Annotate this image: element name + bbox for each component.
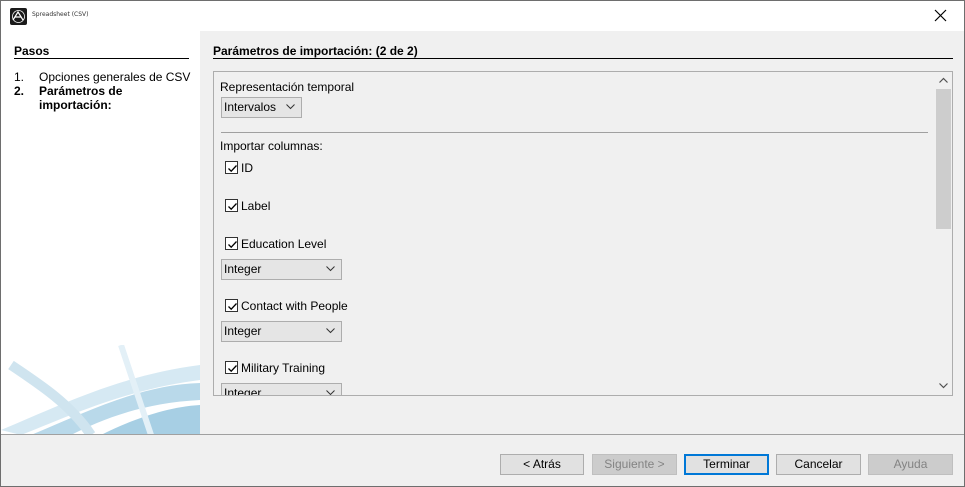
options-scroll-content: Representación temporal Intervalos Impor… (214, 72, 936, 395)
checkmark-icon (228, 365, 237, 373)
chevron-down-icon (326, 390, 335, 395)
column-type-select-education-level[interactable]: Integer (221, 259, 342, 280)
cancel-button[interactable]: Cancelar (776, 454, 861, 475)
step-label: Opciones generales de CSV (39, 70, 191, 84)
time-representation-value: Intervalos (224, 100, 277, 114)
column-name: Education Level (241, 236, 327, 251)
column-name: Contact with People (241, 298, 348, 313)
column-type-value: Integer (224, 386, 262, 396)
checkbox[interactable] (225, 161, 238, 174)
checkmark-icon (228, 165, 237, 173)
footer-divider (1, 434, 964, 435)
scroll-thumb[interactable] (936, 89, 951, 229)
checkbox[interactable] (225, 299, 238, 312)
app-logo-icon (10, 8, 27, 25)
scroll-up-button[interactable] (935, 72, 952, 89)
step-number: 2. (14, 84, 25, 98)
checkbox[interactable] (225, 199, 238, 212)
checkmark-icon (228, 203, 237, 211)
checkmark-icon (228, 303, 237, 311)
column-name: Military Training (241, 360, 326, 375)
time-representation-label: Representación temporal (220, 80, 355, 94)
steps-panel: Pasos 1. Opciones generales de CSV 2. Pa… (1, 31, 200, 435)
help-button[interactable]: Ayuda (868, 454, 953, 475)
column-type-select-military-training[interactable]: Integer (221, 383, 342, 396)
page-title: Parámetros de importación: (2 de 2) (213, 44, 418, 58)
step-label: Parámetros de importación: (39, 84, 123, 112)
column-checkbox-education-level[interactable]: Education Level (225, 236, 326, 251)
title-divider (213, 58, 953, 59)
column-checkbox-contact-with-people[interactable]: Contact with People (225, 298, 348, 313)
section-divider (221, 132, 928, 133)
column-type-value: Integer (224, 262, 262, 276)
next-button[interactable]: Siguiente > (592, 454, 677, 475)
wizard-decoration-art (1, 345, 200, 435)
column-name: Label (241, 198, 271, 213)
vertical-scrollbar[interactable] (935, 72, 952, 395)
step-item-1: 1. Opciones generales de CSV (14, 70, 194, 84)
close-button[interactable] (918, 1, 964, 31)
checkbox[interactable] (225, 361, 238, 374)
steps-list: 1. Opciones generales de CSV 2. Parámetr… (14, 70, 194, 112)
steps-title: Pasos (14, 44, 50, 58)
chevron-up-icon (939, 77, 948, 83)
step-item-2: 2. Parámetros de importación: (14, 84, 194, 112)
column-type-select-contact-with-people[interactable]: Integer (221, 321, 342, 342)
back-button[interactable]: < Atrás (500, 454, 584, 475)
import-columns-label: Importar columnas: (220, 139, 323, 153)
close-icon (934, 9, 947, 22)
column-checkbox-id[interactable]: ID (225, 160, 253, 175)
chevron-down-icon (326, 266, 335, 272)
chevron-down-icon (939, 383, 948, 389)
title-bar: Spreadsheet (CSV) (1, 1, 964, 31)
scroll-down-button[interactable] (935, 378, 952, 395)
steps-divider (14, 58, 189, 59)
import-options-panel: Representación temporal Intervalos Impor… (213, 71, 953, 396)
column-name: ID (241, 160, 253, 175)
checkbox[interactable] (225, 237, 238, 250)
finish-button[interactable]: Terminar (684, 454, 769, 475)
chevron-down-icon (326, 328, 335, 334)
import-wizard-window: Spreadsheet (CSV) Pasos 1. Opciones gene… (0, 0, 965, 487)
chevron-down-icon (286, 104, 295, 110)
time-representation-select[interactable]: Intervalos (221, 97, 302, 118)
column-checkbox-label[interactable]: Label (225, 198, 270, 213)
column-type-value: Integer (224, 324, 262, 338)
step-number: 1. (14, 70, 25, 84)
column-checkbox-military-training[interactable]: Military Training (225, 360, 325, 375)
checkmark-icon (228, 241, 237, 249)
window-title: Spreadsheet (CSV) (32, 11, 89, 18)
